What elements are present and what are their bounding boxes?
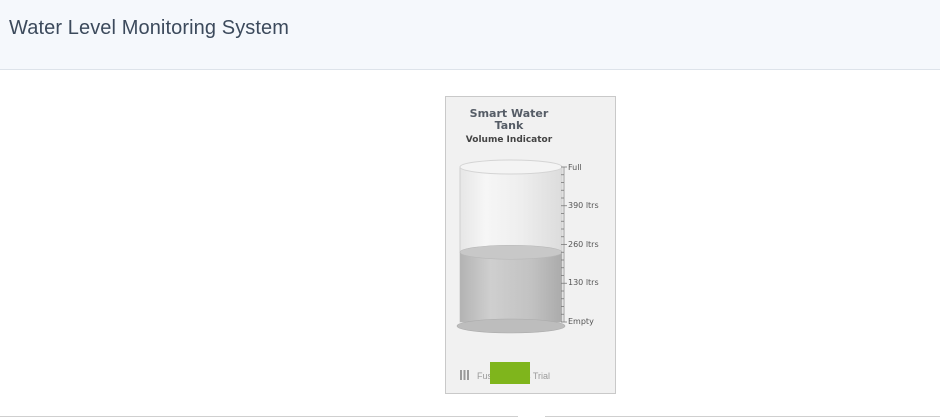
page-title: Water Level Monitoring System bbox=[9, 17, 290, 39]
gauge-subcaption: Volume Indicator bbox=[466, 135, 553, 145]
bottom-divider-right bbox=[545, 416, 940, 417]
scale-label-full: Full bbox=[568, 163, 582, 172]
scale-label-empty: Empty bbox=[568, 317, 594, 326]
tank-top-rim bbox=[459, 159, 563, 175]
chart-logo-icon bbox=[460, 370, 469, 380]
bottom-divider-left bbox=[0, 416, 518, 417]
scale-ticks bbox=[561, 166, 567, 323]
tank-base bbox=[456, 318, 566, 334]
tank-gauge-svg: Smart Water Tank Volume Indicator Full 3… bbox=[456, 107, 599, 334]
tank-gauge-widget: Smart Water Tank Volume Indicator Full 3… bbox=[445, 96, 616, 394]
tank-water bbox=[460, 252, 562, 322]
scale-label-390: 390 ltrs bbox=[568, 201, 599, 210]
tank-water-surface bbox=[459, 244, 563, 260]
scale-label-130: 130 ltrs bbox=[568, 278, 599, 287]
app-header: Water Level Monitoring System bbox=[0, 0, 940, 70]
scale-label-260: 260 ltrs bbox=[568, 240, 599, 249]
gauge-caption-line-2: Tank bbox=[495, 119, 524, 132]
green-badge bbox=[490, 362, 530, 384]
